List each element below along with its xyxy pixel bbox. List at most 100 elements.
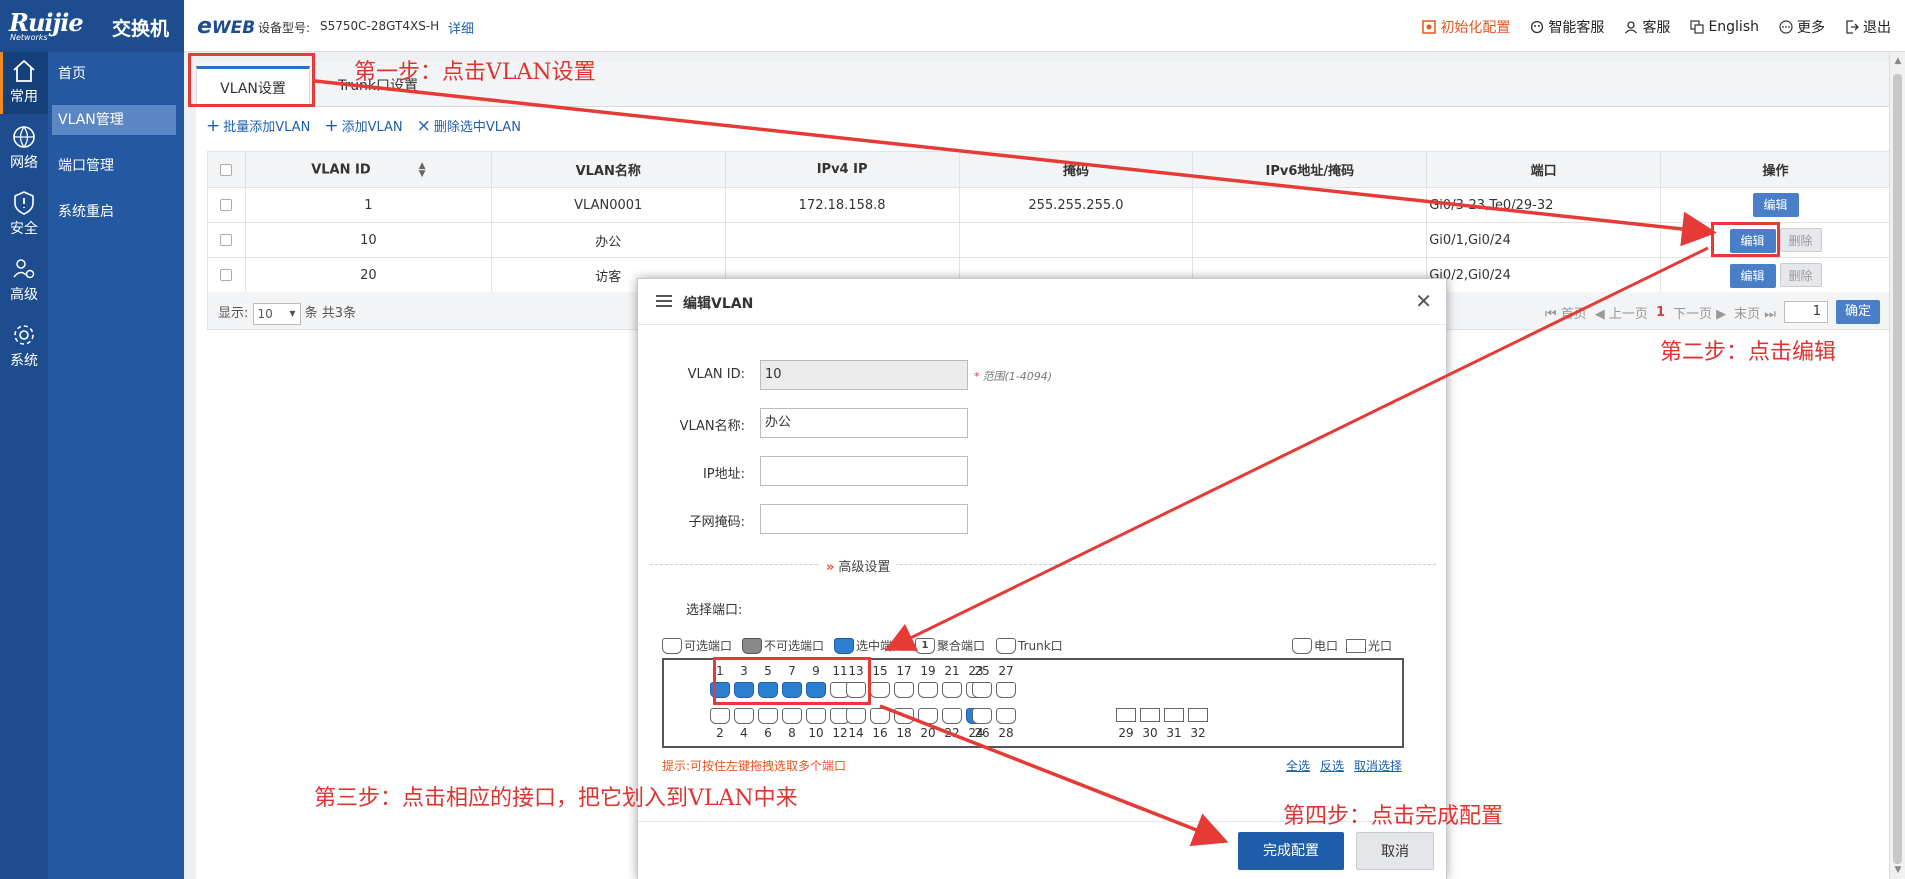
dialog-title: 编辑VLAN	[683, 296, 754, 312]
select-all-checkbox[interactable]	[220, 163, 233, 176]
port-10[interactable]	[806, 708, 826, 724]
model-label: 设备型号:	[258, 21, 311, 35]
port-number: 16	[872, 726, 888, 740]
port-4[interactable]	[734, 708, 754, 724]
nav-more[interactable]: 更多	[1779, 17, 1825, 37]
rail-item-security[interactable]: 安全	[0, 184, 48, 246]
rail-item-advanced[interactable]: 高级	[0, 250, 48, 312]
rail-item-system[interactable]: 系统	[0, 316, 48, 378]
advanced-settings-toggle[interactable]: » 高级设置	[820, 556, 897, 575]
advanced-users-icon	[11, 256, 37, 282]
last-page-link[interactable]: 末页 ⏭	[1734, 303, 1776, 322]
port-number: 6	[764, 726, 772, 740]
port-number: 18	[896, 726, 912, 740]
port-number: 27	[998, 664, 1014, 678]
fiber-port-29[interactable]	[1116, 708, 1136, 722]
port-25[interactable]	[972, 682, 992, 698]
double-chevron-icon: »	[826, 560, 835, 575]
port-number: 29	[1118, 726, 1134, 740]
port-14[interactable]	[846, 708, 866, 724]
batch-add-vlan-button[interactable]: + 批量添加VLAN	[206, 116, 310, 135]
port-plug-icon	[662, 637, 682, 654]
page-confirm-button[interactable]: 确定	[1836, 300, 1880, 324]
fiber-port-32[interactable]	[1188, 708, 1208, 722]
delete-button[interactable]: 删除	[1779, 262, 1822, 287]
invert-selection-link[interactable]: 反选	[1320, 757, 1344, 774]
annotation-step1: 第一步：点击VLAN设置	[354, 60, 596, 85]
row-checkbox[interactable]	[220, 234, 233, 246]
port-2[interactable]	[710, 708, 730, 724]
subnav-item-ports[interactable]: 端口管理	[52, 151, 176, 181]
scroll-up-icon[interactable]: ▲	[1893, 56, 1903, 66]
page-input[interactable]: 1	[1784, 301, 1828, 323]
nav-logout[interactable]: 退出	[1845, 17, 1891, 37]
delete-selected-vlan-button[interactable]: × 删除选中VLAN	[417, 116, 521, 135]
port-19[interactable]	[918, 682, 938, 698]
more-icon	[1779, 20, 1793, 34]
vlan-name-field[interactable]: 办公	[760, 408, 968, 438]
col-actions: 操作	[1660, 151, 1891, 188]
port-26[interactable]	[972, 708, 992, 724]
port-16[interactable]	[870, 708, 890, 724]
vlan-table: VLAN ID ▲ ▼ VLAN名称 IPv4 IP 掩码 IPv6地址/掩码 端口…	[207, 151, 1891, 293]
sort-icon[interactable]: ▲ ▼	[419, 161, 426, 178]
port-15[interactable]	[870, 682, 890, 698]
port-17[interactable]	[894, 682, 914, 698]
nav-english[interactable]: English	[1690, 17, 1759, 37]
port-20[interactable]	[918, 708, 938, 724]
subnet-mask-field[interactable]	[760, 504, 968, 534]
nav-service[interactable]: 客服	[1624, 17, 1670, 37]
row-checkbox[interactable]	[220, 199, 233, 211]
port-21[interactable]	[942, 682, 962, 698]
page-size-select[interactable]: 10	[252, 302, 301, 325]
add-vlan-button[interactable]: + 添加VLAN	[324, 116, 402, 135]
finish-config-button[interactable]: 完成配置	[1238, 832, 1344, 870]
rail-item-network[interactable]: 网络	[0, 118, 48, 180]
rail-item-common[interactable]: 常用	[0, 52, 48, 114]
port-number: 30	[1142, 726, 1158, 740]
next-page-link[interactable]: 下一页 ▶	[1673, 303, 1726, 322]
subnav-item-home[interactable]: 首页	[52, 59, 176, 89]
fiber-port-30[interactable]	[1140, 708, 1160, 722]
port-22[interactable]	[942, 708, 962, 724]
close-icon[interactable]: ✕	[1415, 289, 1432, 313]
ip-address-field[interactable]	[760, 456, 968, 486]
select-all-link[interactable]: 全选	[1286, 757, 1310, 774]
vlan-id-field[interactable]: 10	[760, 360, 968, 390]
subnav-item-vlan[interactable]: VLAN管理	[52, 105, 176, 135]
scroll-thumb[interactable]	[1893, 74, 1902, 864]
port-number: 10	[808, 726, 824, 740]
scroll-down-icon[interactable]: ▼	[1893, 865, 1903, 875]
row-checkbox[interactable]	[220, 269, 233, 281]
prev-page-link[interactable]: ◀ 上一页	[1595, 303, 1648, 322]
select-all-cell[interactable]	[207, 151, 246, 188]
fiber-port-31[interactable]	[1164, 708, 1184, 722]
edit-button[interactable]: 编辑	[1729, 263, 1776, 288]
delete-button[interactable]: 删除	[1779, 227, 1822, 252]
port-number: 32	[1190, 726, 1206, 740]
cell-ipv6	[1192, 187, 1428, 223]
clear-selection-link[interactable]: 取消选择	[1354, 757, 1402, 774]
model-value: S5750C-28GT4XS-H	[320, 19, 440, 33]
nav-smart-service[interactable]: 智能客服	[1530, 17, 1604, 37]
port-8[interactable]	[782, 708, 802, 724]
main-scrollbar[interactable]: ▲ ▼	[1889, 52, 1905, 879]
legend-selectable: 可选端口	[662, 637, 732, 654]
port-28[interactable]	[996, 708, 1016, 724]
col-vlan-id[interactable]: VLAN ID ▲ ▼	[244, 151, 492, 188]
nav-init-config[interactable]: 初始化配置	[1422, 17, 1510, 37]
edit-button[interactable]: 编辑	[1752, 193, 1799, 217]
port-number: 20	[920, 726, 936, 740]
toolbar: + 批量添加VLAN + 添加VLAN × 删除选中VLAN	[206, 116, 521, 135]
port-27[interactable]	[996, 682, 1016, 698]
port-18[interactable]	[894, 708, 914, 724]
table-row: 1 VLAN0001 172.18.158.8 255.255.255.0 Gi…	[207, 187, 1891, 223]
subnav-item-reboot[interactable]: 系统重启	[52, 197, 176, 227]
cancel-button[interactable]: 取消	[1356, 832, 1434, 870]
port-6[interactable]	[758, 708, 778, 724]
cell-ipv4: 172.18.158.8	[724, 187, 960, 223]
eweb-logo: eWEB	[197, 14, 256, 39]
first-page-link[interactable]: ⏮ 首页	[1545, 303, 1587, 322]
col-ipv6: IPv6地址/掩码	[1192, 151, 1428, 188]
detail-link[interactable]: 详细	[448, 18, 474, 37]
